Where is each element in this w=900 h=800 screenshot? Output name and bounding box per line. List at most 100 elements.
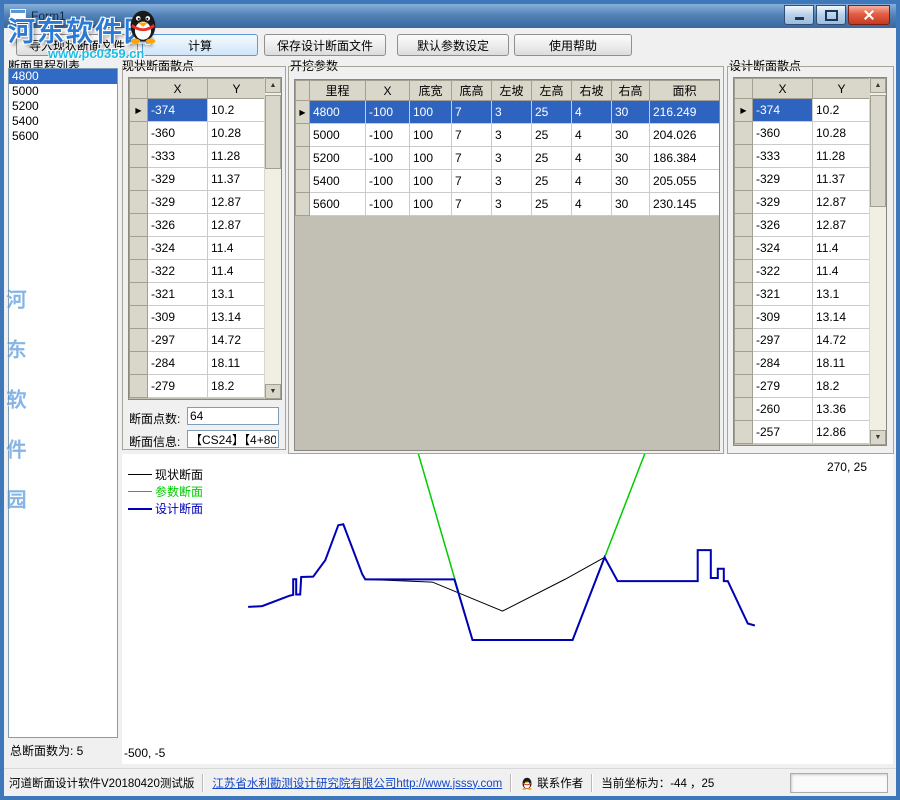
grid-cell[interactable]: -360 [148,122,208,145]
mileage-list-item[interactable]: 5400 [9,114,117,129]
grid-cell[interactable]: -374 [148,99,208,122]
grid-cell[interactable]: 25 [532,170,572,193]
row-selector-cell[interactable] [130,237,148,260]
row-selector-cell[interactable] [296,193,310,216]
grid-cell[interactable]: -284 [753,352,813,375]
grid-header-cell[interactable]: Y [813,79,870,99]
table-row[interactable]: -29714.72 [735,329,870,352]
grid-cell[interactable]: 25 [532,147,572,170]
grid-cell[interactable]: 4 [572,147,612,170]
table-row[interactable]: -30913.14 [130,306,265,329]
grid-cell[interactable]: -321 [753,283,813,306]
row-selector-cell[interactable] [130,191,148,214]
grid-cell[interactable]: -309 [148,306,208,329]
row-selector-cell[interactable] [735,283,753,306]
table-row[interactable]: -29714.72 [130,329,265,352]
grid-cell[interactable]: 100 [410,193,452,216]
grid-cell[interactable]: -329 [753,191,813,214]
grid-cell[interactable]: 4 [572,170,612,193]
row-selector-cell[interactable] [735,375,753,398]
table-row[interactable]: -32411.4 [735,237,870,260]
table-row[interactable]: -26013.36 [735,398,870,421]
grid-cell[interactable]: 5600 [310,193,366,216]
grid-cell[interactable]: 10.2 [813,99,870,122]
grid-cell[interactable]: 10.28 [208,122,265,145]
table-row[interactable]: 5000-1001007325430204.026 [296,124,720,147]
grid-cell[interactable]: 13.14 [208,306,265,329]
grid-cell[interactable]: 11.37 [208,168,265,191]
grid-cell[interactable]: 11.4 [208,237,265,260]
grid-header-cell[interactable]: 左高 [532,81,572,101]
grid-header-cell[interactable]: 右高 [612,81,650,101]
grid-cell[interactable]: -322 [148,260,208,283]
grid-cell[interactable]: -279 [148,375,208,398]
row-selector-cell[interactable] [130,375,148,398]
table-row[interactable]: -33311.28 [735,145,870,168]
grid-cell[interactable]: -333 [753,145,813,168]
row-selector-cell[interactable] [735,352,753,375]
current-grid-scrollbar[interactable]: ▲ ▼ [264,78,281,399]
grid-cell[interactable]: -279 [753,375,813,398]
close-button[interactable] [848,5,890,25]
row-selector-cell[interactable]: ▶ [130,99,148,122]
grid-cell[interactable]: 14.72 [208,329,265,352]
grid-cell[interactable]: -297 [753,329,813,352]
grid-cell[interactable]: -329 [148,168,208,191]
grid-cell[interactable]: -329 [148,191,208,214]
grid-cell[interactable]: -326 [753,214,813,237]
table-row[interactable]: -32411.4 [130,237,265,260]
grid-cell[interactable]: -257 [753,421,813,444]
scrollbar-track[interactable] [870,93,886,430]
grid-cell[interactable]: 18.2 [813,375,870,398]
grid-cell[interactable]: 100 [410,147,452,170]
table-row[interactable]: ▶4800-1001007325430216.249 [296,101,720,124]
grid-cell[interactable]: 18.11 [208,352,265,375]
table-row[interactable]: -32912.87 [130,191,265,214]
import-current-section-file-button[interactable]: 导入现状断面文件 [16,34,138,56]
grid-header-cell[interactable]: 底宽 [410,81,452,101]
grid-cell[interactable]: -326 [148,214,208,237]
grid-cell[interactable]: 30 [612,124,650,147]
table-row[interactable]: -32211.4 [735,260,870,283]
grid-header-cell[interactable]: 右坡 [572,81,612,101]
grid-cell[interactable]: 7 [452,101,492,124]
design-section-grid[interactable]: XY▶-37410.2-36010.28-33311.28-32911.37-3… [733,77,887,446]
scrollbar-track[interactable] [265,93,281,384]
row-selector-cell[interactable] [735,421,753,444]
grid-header-cell[interactable]: X [753,79,813,99]
table-row[interactable]: -32113.1 [735,283,870,306]
grid-cell[interactable]: 18.11 [813,352,870,375]
table-row[interactable]: -32911.37 [130,168,265,191]
grid-cell[interactable]: 3 [492,124,532,147]
grid-cell[interactable]: 3 [492,170,532,193]
scrollbar-thumb[interactable] [265,95,281,169]
grid-cell[interactable]: 3 [492,147,532,170]
table-row[interactable]: ▶-37410.2 [130,99,265,122]
grid-cell[interactable]: -333 [148,145,208,168]
grid-cell[interactable]: -329 [753,168,813,191]
grid-cell[interactable]: 13.36 [813,398,870,421]
design-grid-scrollbar[interactable]: ▲ ▼ [869,78,886,445]
row-selector-cell[interactable] [130,260,148,283]
mileage-list-item[interactable]: 5000 [9,84,117,99]
grid-cell[interactable]: 13.14 [813,306,870,329]
row-selector-cell[interactable]: ▶ [735,99,753,122]
grid-cell[interactable]: 18.2 [208,375,265,398]
grid-cell[interactable]: 4800 [310,101,366,124]
grid-cell[interactable]: 10.2 [208,99,265,122]
grid-cell[interactable]: 216.249 [650,101,720,124]
grid-cell[interactable]: 30 [612,147,650,170]
grid-header-cell[interactable]: 底高 [452,81,492,101]
grid-cell[interactable]: 100 [410,124,452,147]
grid-cell[interactable]: 204.026 [650,124,720,147]
table-row[interactable]: -27918.2 [130,375,265,398]
row-selector-cell[interactable] [130,214,148,237]
save-design-section-file-button[interactable]: 保存设计断面文件 [264,34,386,56]
grid-header-cell[interactable]: 面积 [650,81,720,101]
grid-cell[interactable]: 4 [572,124,612,147]
row-selector-cell[interactable] [735,145,753,168]
grid-cell[interactable]: 25 [532,101,572,124]
grid-cell[interactable]: 7 [452,193,492,216]
row-selector-cell[interactable] [735,122,753,145]
table-row[interactable]: -32911.37 [735,168,870,191]
